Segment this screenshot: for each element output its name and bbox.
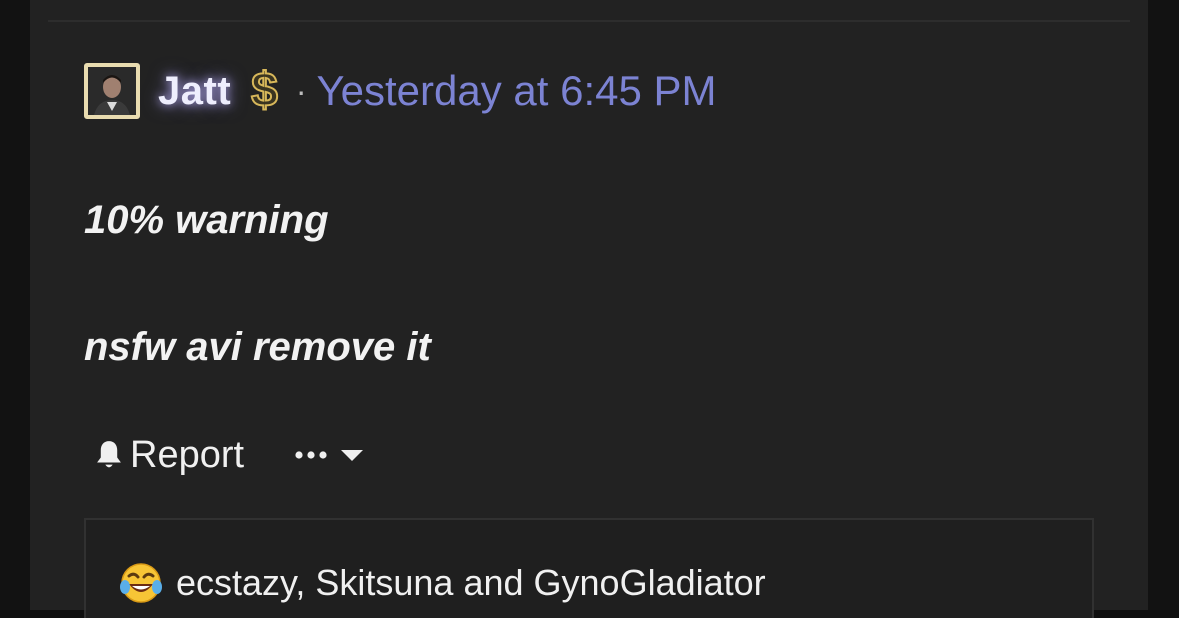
divider [48,20,1130,22]
post-header: Jatt $ · Yesterday at 6:45 PM [84,60,717,122]
laughing-tears-emoji-icon [120,563,162,603]
message-line: nsfw avi remove it [84,325,431,369]
reaction-summary[interactable]: ecstazy, Skitsuna and GynoGladiator [118,560,766,606]
avatar[interactable] [84,63,140,119]
reactions-bar[interactable]: ecstazy, Skitsuna and GynoGladiator [84,518,1094,618]
reaction-users[interactable]: ecstazy, Skitsuna and GynoGladiator [176,562,766,604]
bell-icon [97,441,121,468]
username[interactable]: Jatt [158,69,231,114]
more-dots-icon [295,451,327,459]
report-label: Report [130,433,245,476]
chevron-down-icon [341,450,364,461]
post-actions: Report [92,432,364,478]
separator-dot: · [295,72,307,109]
post-timestamp[interactable]: Yesterday at 6:45 PM [317,67,717,115]
message-line: 10% warning [84,198,329,242]
post-container: Jatt $ · Yesterday at 6:45 PM 10% warnin… [30,0,1148,618]
avatar-image [88,67,136,115]
dollar-badge-icon: $ [250,64,279,117]
more-options-button[interactable] [294,448,364,462]
report-button[interactable]: Report [92,434,244,477]
